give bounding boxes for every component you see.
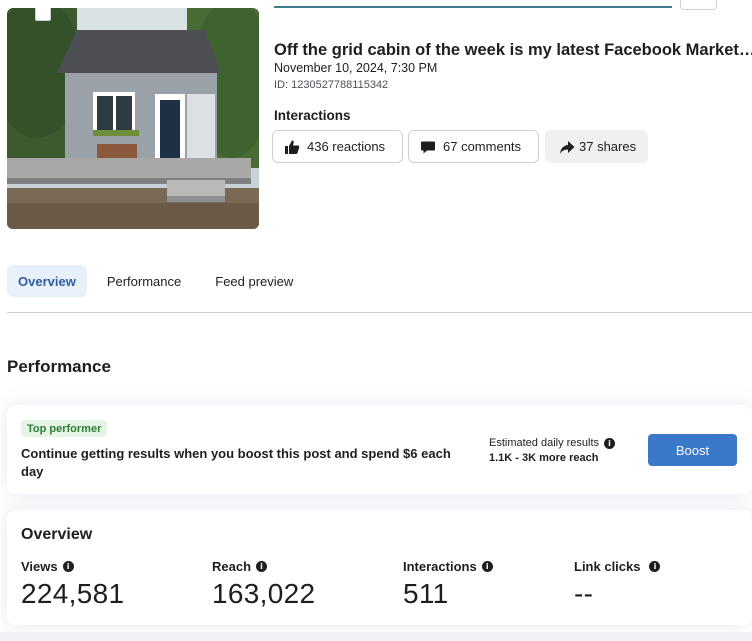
comment-bubble-icon: [420, 139, 436, 155]
boost-message: Continue getting results when you boost …: [21, 446, 451, 479]
info-icon[interactable]: i: [604, 437, 616, 449]
info-icon[interactable]: i: [62, 560, 74, 572]
metric-interactions: Interactions i 511: [403, 559, 493, 610]
metric-value: 511: [403, 578, 449, 609]
metric-label-text: Reach: [212, 558, 252, 574]
reactions-count: 436 reactions: [307, 139, 386, 154]
top-performer-badge: Top performer: [21, 420, 108, 437]
top-input-edge: [274, 0, 672, 8]
share-arrow-icon: [559, 139, 575, 155]
select-checkbox[interactable]: [35, 8, 51, 21]
post-thumbnail: [7, 8, 259, 229]
top-dropdown-edge[interactable]: [680, 0, 717, 10]
overview-card: Overview Views i 224,581 Reach i 163,022…: [7, 510, 752, 625]
boost-card: Top performer Continue getting results w…: [7, 405, 752, 494]
tab-bar: Overview Performance Feed preview: [7, 265, 313, 297]
metric-reach: Reach i 163,022: [212, 559, 315, 610]
tab-overview[interactable]: Overview: [7, 265, 87, 297]
thumbs-up-icon: [284, 139, 300, 155]
overview-title: Overview: [21, 526, 93, 543]
tab-performance[interactable]: Performance: [96, 265, 192, 297]
info-icon[interactable]: i: [649, 560, 661, 572]
info-icon[interactable]: i: [481, 560, 493, 572]
metric-label: Reach i: [212, 558, 315, 574]
shares-chip[interactable]: 37 shares: [545, 130, 648, 163]
reactions-chip[interactable]: 436 reactions: [272, 130, 403, 163]
post-title[interactable]: Off the grid cabin of the week is my lat…: [274, 41, 752, 60]
tabs-divider: [7, 312, 752, 313]
metric-value: 224,581: [21, 578, 125, 609]
estimated-results-label: Estimated daily results i: [489, 437, 616, 449]
shares-count: 37 shares: [579, 139, 637, 154]
metric-label: Interactions i: [403, 558, 493, 574]
metric-link-clicks: Link clicks i --: [574, 558, 661, 610]
info-icon[interactable]: i: [256, 560, 268, 572]
estimated-results-value: 1.1K - 3K more reach: [489, 452, 599, 464]
metric-label-text: Interactions: [403, 558, 477, 574]
tab-feed-preview[interactable]: Feed preview: [204, 265, 304, 297]
metric-value: --: [574, 578, 594, 609]
post-date: November 10, 2024, 7:30 PM: [274, 61, 438, 75]
post-id: ID: 1230527788115342: [274, 79, 389, 91]
metric-value: 163,022: [212, 578, 316, 609]
cabin-image: [7, 8, 259, 229]
metric-label: Link clicks i: [574, 558, 661, 574]
performance-title: Performance: [7, 357, 111, 376]
comments-chip[interactable]: 67 comments: [408, 130, 539, 163]
boost-button[interactable]: Boost: [648, 434, 737, 466]
metric-label-text: Views: [21, 558, 58, 574]
estimated-results-text: Estimated daily results: [489, 437, 600, 449]
bottom-background: [0, 632, 752, 641]
metric-label: Views i: [21, 558, 124, 574]
metric-views: Views i 224,581: [21, 559, 124, 610]
interactions-heading: Interactions: [274, 108, 351, 123]
comments-count: 67 comments: [443, 139, 522, 154]
metric-label-text: Link clicks: [574, 558, 641, 574]
